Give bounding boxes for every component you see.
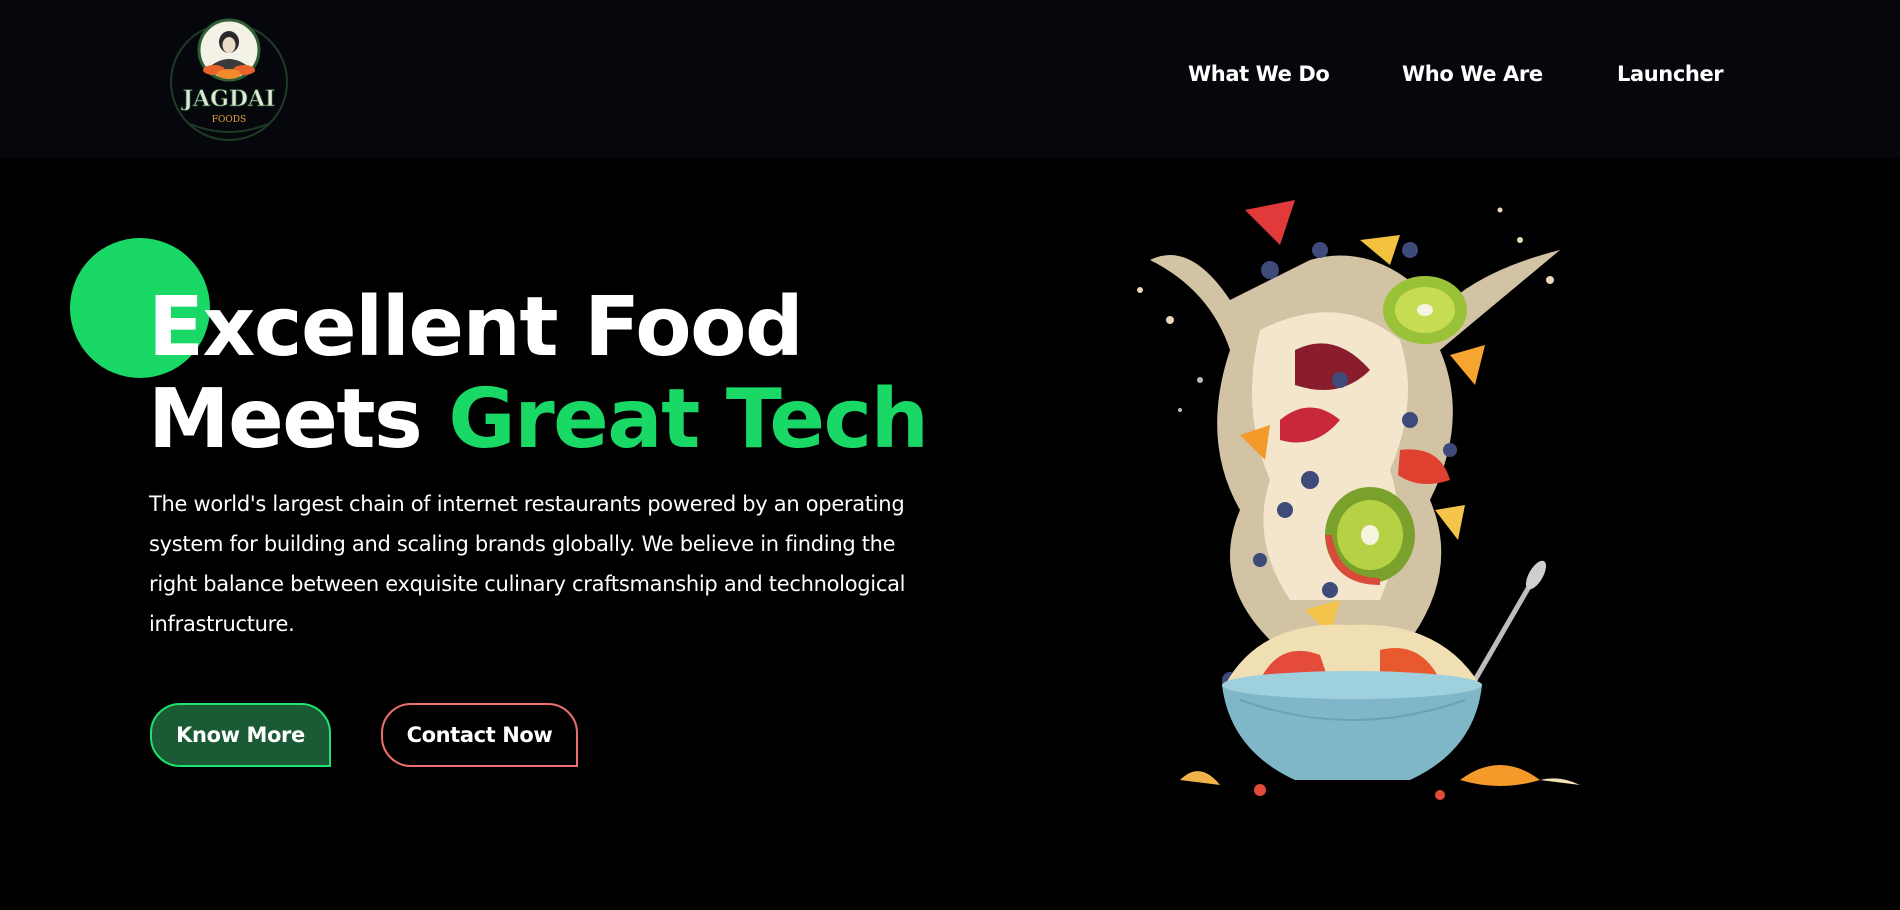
hero-headline: Excellent Food Meets Great Tech	[148, 282, 1048, 466]
headline-line-2-white: Meets	[148, 372, 449, 467]
fruit-bowl-splash-image	[1080, 180, 1620, 830]
headline-line-2: Meets Great Tech	[148, 374, 1048, 466]
landing-page: JAGDAI FOODS What We Do Who We Are Launc…	[0, 0, 1900, 910]
svg-text:FOODS: FOODS	[212, 115, 246, 125]
know-more-button[interactable]: Know More	[150, 703, 331, 767]
nav-launcher[interactable]: Launcher	[1617, 62, 1724, 86]
nav-what-we-do[interactable]: What We Do	[1188, 62, 1330, 86]
hero-description: The world's largest chain of internet re…	[149, 492, 906, 636]
main-nav: What We Do Who We Are Launcher	[0, 62, 1900, 92]
site-header: JAGDAI FOODS What We Do Who We Are Launc…	[0, 0, 1900, 158]
headline-accent-text: Great Tech	[448, 372, 929, 467]
contact-now-button[interactable]: Contact Now	[381, 703, 578, 767]
nav-who-we-are[interactable]: Who We Are	[1402, 62, 1543, 86]
headline-line-1: Excellent Food	[148, 280, 804, 375]
fruit-bowl-splash-icon	[1137, 200, 1580, 800]
